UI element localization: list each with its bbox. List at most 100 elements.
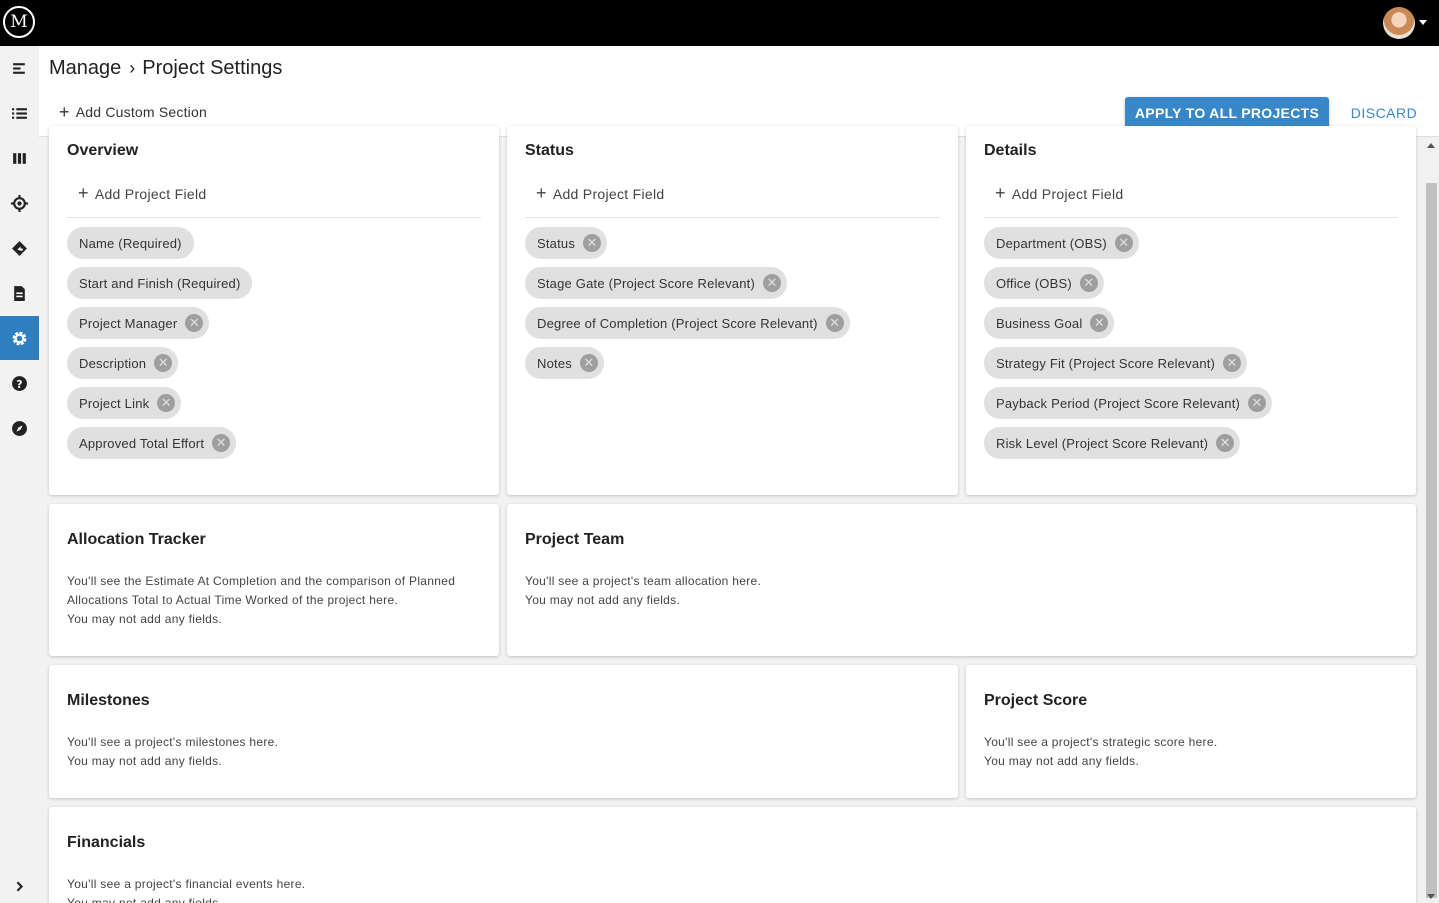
gear-icon[interactable] [0,316,39,360]
field-chip-label: Risk Level (Project Score Relevant) [996,435,1209,451]
field-chip: Start and Finish (Required) [67,267,253,299]
page-header: Manage › Project Settings + Add Custom S… [39,46,1439,137]
document-icon[interactable] [0,271,39,315]
section-title: Details [984,142,1037,159]
field-chip-label: Status [537,235,576,251]
field-chip-label: Project Manager [79,315,178,331]
field-chip: Payback Period (Project Score Relevant) ✕ [984,387,1273,419]
field-chip-label: Project Link [79,395,150,411]
field-chip: Name (Required) [67,227,194,259]
section-description: You'll see a project's strategic score h… [984,733,1217,771]
field-chip-label: Name (Required) [79,235,182,251]
menu-collapse-icon[interactable] [0,46,39,90]
field-chip-label: Strategy Fit (Project Score Relevant) [996,355,1216,371]
columns-icon[interactable] [0,136,39,180]
field-chip: Stage Gate (Project Score Relevant) ✕ [525,267,787,299]
field-chip: Notes ✕ [525,347,604,379]
svg-text:?: ? [16,377,22,390]
top-bar: M [0,0,1439,46]
remove-chip-icon[interactable]: ✕ [1216,434,1235,452]
field-chip: Status ✕ [525,227,608,259]
remove-chip-icon[interactable]: ✕ [1248,394,1267,412]
field-chip-label: Office (OBS) [996,275,1072,291]
description-line: You'll see a project's financial events … [67,877,306,891]
add-custom-section-button[interactable]: + Add Custom Section [59,103,207,121]
field-chip-label: Department (OBS) [996,235,1107,251]
overview-section: Overview + Add Project Field Name (Requir… [49,126,499,495]
plus-icon: + [78,183,89,203]
section-title: Status [525,142,574,159]
section-title: Project Team [525,531,625,548]
field-chip: Risk Level (Project Score Relevant) ✕ [984,427,1241,459]
remove-chip-icon[interactable]: ✕ [583,234,602,252]
scrollbar-thumb[interactable] [1426,183,1437,898]
m-logo-icon[interactable]: M [3,6,35,38]
breadcrumb-separator: › [129,58,136,78]
financials-section: Financials You'll see a project's financ… [49,807,1416,903]
add-project-field-label: Add Project Field [552,186,665,202]
plus-icon: + [995,183,1006,203]
field-chip: Business Goal ✕ [984,307,1115,339]
remove-chip-icon[interactable]: ✕ [212,434,231,452]
remove-chip-icon[interactable]: ✕ [763,274,781,292]
description-line: You'll see a project's milestones here. [67,735,279,749]
field-chip-label: Start and Finish (Required) [79,275,241,291]
section-description: You'll see the Estimate At Completion an… [67,572,455,629]
field-chip: Degree of Completion (Project Score Rele… [525,307,850,339]
target-icon[interactable] [0,181,39,225]
plus-icon: + [536,183,547,203]
field-chip-list: Name (Required) Start and Finish (Requir… [67,227,253,467]
description-line: You'll see a project's strategic score h… [984,735,1218,749]
description-line: You may not add any fields. [984,754,1140,768]
section-description: You'll see a project's milestones here. … [67,733,278,771]
remove-chip-icon[interactable]: ✕ [1223,354,1242,372]
description-line: Allocations Total to Actual Time Worked … [67,593,399,607]
remove-chip-icon[interactable]: ✕ [1090,314,1109,332]
chevron-down-icon[interactable] [1419,20,1427,25]
scroll-down-arrow-icon[interactable] [1427,894,1435,899]
status-section: Status + Add Project Field Status ✕ Stage … [507,126,958,495]
help-icon[interactable]: ? [0,361,39,405]
description-line: You'll see the Estimate At Completion an… [67,574,456,588]
field-chip: Description ✕ [67,347,179,379]
route-icon[interactable] [0,226,39,270]
remove-chip-icon[interactable]: ✕ [154,354,173,372]
allocation-tracker-section: Allocation Tracker You'll see the Estima… [49,504,499,656]
remove-chip-icon[interactable]: ✕ [157,394,176,412]
field-chip-label: Business Goal [996,315,1083,331]
list-icon[interactable] [0,91,39,135]
scroll-up-arrow-icon[interactable] [1427,143,1435,148]
remove-chip-icon[interactable]: ✕ [1079,274,1098,292]
user-avatar[interactable] [1383,7,1415,39]
field-chip-label: Notes [537,355,572,371]
apply-to-all-projects-button[interactable]: APPLY TO ALL PROJECTS [1125,97,1329,129]
milestones-section: Milestones You'll see a project's milest… [49,665,958,798]
field-chip-list: Department (OBS) ✕ Office (OBS) ✕ Business… [984,227,1273,467]
remove-chip-icon[interactable]: ✕ [825,314,844,332]
compass-icon[interactable] [0,406,39,450]
left-nav-rail: ? [0,46,39,903]
add-project-field-button[interactable]: + Add Project Field [525,183,940,218]
page-title: Project Settings [142,57,283,79]
discard-button[interactable]: DISCARD [1343,97,1425,129]
add-project-field-label: Add Project Field [1011,186,1124,202]
field-chip-label: Approved Total Effort [79,435,205,451]
field-chip: Strategy Fit (Project Score Relevant) ✕ [984,347,1248,379]
chevron-right-icon[interactable] [0,864,39,903]
field-chip-label: Degree of Completion (Project Score Rele… [537,315,818,331]
add-project-field-button[interactable]: + Add Project Field [984,183,1398,218]
remove-chip-icon[interactable]: ✕ [185,314,204,332]
field-chip: Project Manager ✕ [67,307,210,339]
remove-chip-icon[interactable]: ✕ [1114,234,1133,252]
project-team-section: Project Team You'll see a project's team… [507,504,1416,656]
scrollbar[interactable] [1424,137,1439,903]
breadcrumb-root[interactable]: Manage [49,57,121,80]
remove-chip-icon[interactable]: ✕ [579,354,598,372]
field-chip-list: Status ✕ Stage Gate (Project Score Releva… [525,227,850,387]
add-project-field-button[interactable]: + Add Project Field [67,183,481,218]
description-line: You may not add any fields. [67,896,223,903]
field-chip-label: Payback Period (Project Score Relevant) [996,395,1241,411]
section-description: You'll see a project's financial events … [67,875,305,903]
description-line: You may not add any fields. [67,612,223,626]
section-title: Milestones [67,692,150,709]
